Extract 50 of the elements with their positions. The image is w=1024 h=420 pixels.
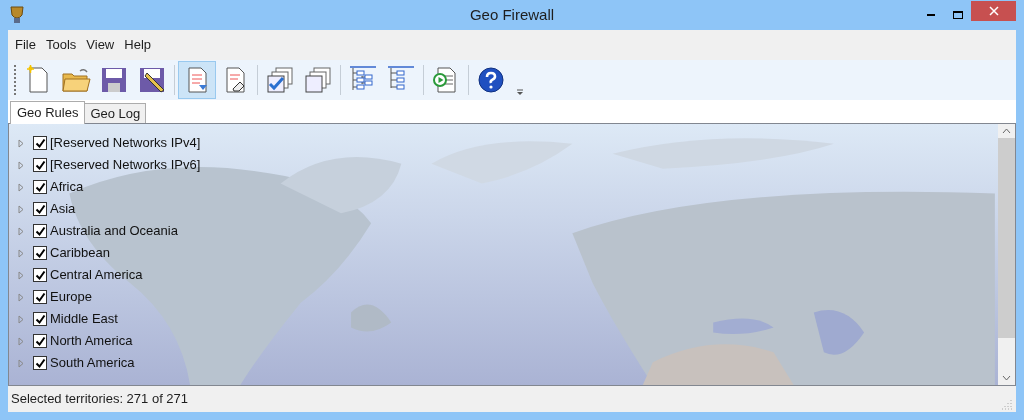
checkbox[interactable] [33, 312, 47, 326]
scroll-up-icon[interactable] [1002, 128, 1011, 134]
stacked-windows-icon [303, 65, 333, 95]
menu-item[interactable]: File [10, 34, 41, 56]
checkbox[interactable] [33, 246, 47, 260]
scroll-down-icon[interactable] [1002, 375, 1011, 381]
tree-item[interactable]: Australia and Oceania [50, 221, 178, 241]
tree-item[interactable]: Asia [50, 199, 76, 219]
tree-item[interactable]: Middle East [50, 309, 118, 329]
expand-arrow-icon[interactable] [17, 292, 25, 302]
trophy-icon [8, 5, 26, 25]
close-icon [988, 6, 999, 16]
tab[interactable]: Geo Rules [10, 101, 86, 124]
checkbox[interactable] [33, 334, 47, 348]
expand-arrow-icon[interactable] [17, 138, 25, 148]
checkbox[interactable] [33, 180, 47, 194]
tree-item[interactable]: [Reserved Networks IPv4] [50, 133, 201, 153]
menu-item[interactable]: View [81, 34, 120, 56]
tree-item[interactable]: Caribbean [50, 243, 110, 263]
expand-arrow-icon[interactable] [17, 226, 25, 236]
checkbox[interactable] [33, 268, 47, 282]
checkbox[interactable] [33, 158, 47, 172]
resize-grip-icon[interactable] [1002, 398, 1013, 410]
checkbox[interactable] [33, 202, 47, 216]
expand-arrow-icon[interactable] [17, 248, 25, 258]
checkbox[interactable] [33, 136, 47, 150]
checkbox[interactable] [33, 290, 47, 304]
checkbox[interactable] [33, 356, 47, 370]
status-text: Selected territories: 271 of 271 [11, 390, 189, 409]
checkbox[interactable] [33, 224, 47, 238]
menu-item[interactable]: Tools [40, 34, 82, 56]
menu-item[interactable]: Help [119, 34, 156, 56]
tree-item[interactable]: [Reserved Networks IPv6] [50, 155, 201, 175]
expand-arrow-icon[interactable] [17, 204, 25, 214]
tree-item[interactable]: Africa [50, 177, 84, 197]
tree-item[interactable]: South America [50, 353, 135, 373]
floppy-disk-pencil-icon [137, 65, 167, 95]
tree-item[interactable]: Central America [50, 265, 143, 285]
tree-item[interactable]: North America [50, 331, 133, 351]
expand-arrow-icon[interactable] [17, 270, 25, 280]
expand-arrow-icon[interactable] [17, 182, 25, 192]
overflow-icon [516, 89, 524, 95]
checked-windows-icon [265, 65, 295, 95]
scroll-thumb[interactable] [998, 138, 1015, 338]
tree-item[interactable]: Europe [50, 287, 92, 307]
window-title: Geo Firewall [469, 4, 555, 25]
expand-arrow-icon[interactable] [17, 160, 25, 170]
expand-arrow-icon[interactable] [17, 314, 25, 324]
help-icon [476, 65, 506, 95]
tab[interactable]: Geo Log [85, 103, 147, 123]
